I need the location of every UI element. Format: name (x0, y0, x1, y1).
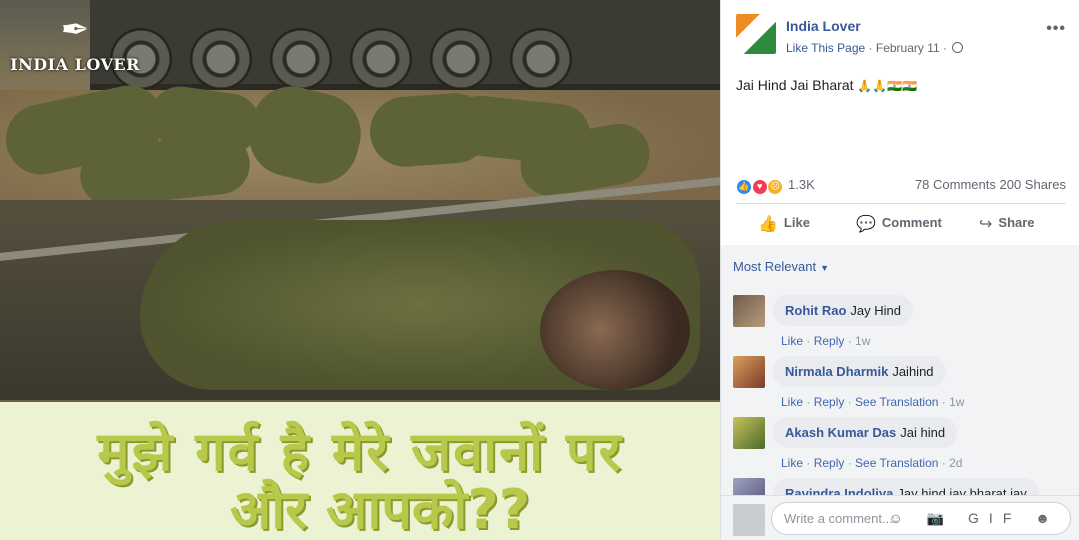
comment-icon: 💬 (856, 216, 876, 233)
see-translation-link[interactable]: See Translation (855, 395, 938, 409)
comment-author[interactable]: Rohit Rao (785, 303, 846, 318)
comment-bubble: Rohit Rao Jay Hind (773, 295, 913, 326)
commenter-avatar[interactable] (733, 356, 765, 388)
comment-composer: Write a comment... ☺ 📷 GIF ☻ (721, 495, 1079, 540)
thumbs-up-icon: 👍 (758, 216, 778, 233)
comment-actions: Like · Reply · 1w (781, 334, 871, 348)
comment-time[interactable]: 1w (855, 334, 870, 348)
love-reaction-icon: ♥ (751, 179, 768, 195)
caret-down-icon: ▼ (820, 263, 830, 273)
comment-author[interactable]: Nirmala Dharmik (785, 364, 888, 379)
comment-time[interactable]: 1w (949, 395, 964, 409)
post-photo[interactable]: ✒ INDIA LOVER मुझे गर्व है मेरे जवानों प… (0, 0, 720, 540)
comment-button-label: Comment (881, 215, 942, 230)
tank-wheel (190, 28, 252, 90)
like-page-link[interactable]: Like This Page (786, 41, 865, 55)
more-options-icon[interactable]: ••• (1046, 20, 1066, 38)
comment-reply-link[interactable]: Reply (814, 334, 845, 348)
comment-input-placeholder: Write a comment... (784, 511, 893, 526)
composer-icons[interactable]: ☺ 📷 GIF ☻ (889, 510, 1060, 527)
caption-line-2: और आपको?? (229, 478, 531, 540)
reaction-icons[interactable]: 👍 ♥ ☹ (736, 177, 784, 195)
like-reaction-icon: 👍 (736, 179, 752, 195)
post-text-body: Jai Hind Jai Bharat (736, 77, 854, 93)
comment-bubble: Akash Kumar Das Jai hind (773, 417, 958, 448)
comment-input[interactable]: Write a comment... ☺ 📷 GIF ☻ (771, 502, 1071, 535)
commenter-avatar[interactable] (733, 295, 765, 327)
like-button-label: Like (783, 215, 810, 230)
divider (736, 203, 1066, 204)
post-header: India Lover Like This Page · February 11… (736, 14, 1066, 59)
page-avatar[interactable] (736, 14, 776, 54)
comments-count[interactable]: 78 Comments (915, 177, 996, 192)
page-name-link[interactable]: India Lover (786, 18, 861, 34)
tank (90, 0, 720, 90)
post-meta: Like This Page · February 11 · (786, 41, 964, 55)
globe-icon (952, 42, 964, 53)
commenter-avatar[interactable] (733, 417, 765, 449)
comment-bubble: Nirmala Dharmik Jaihind (773, 356, 946, 387)
comment-like-link[interactable]: Like (781, 334, 803, 348)
tank-wheel (510, 28, 572, 90)
post-side-panel: India Lover Like This Page · February 11… (720, 0, 1079, 540)
comment-like-link[interactable]: Like (781, 456, 803, 470)
tank-wheel (430, 28, 492, 90)
share-button[interactable]: ↪ Share (979, 214, 1035, 234)
comment-text: Jai hind (900, 425, 946, 440)
see-translation-link[interactable]: See Translation (855, 456, 938, 470)
reaction-count[interactable]: 1.3K (788, 177, 815, 192)
sort-dropdown[interactable]: Most Relevant ▼ (733, 259, 829, 274)
comment-actions: Like · Reply · See Translation · 1w (781, 395, 965, 409)
comment-like-link[interactable]: Like (781, 395, 803, 409)
comment-reply-link[interactable]: Reply (814, 395, 845, 409)
comment-reply-link[interactable]: Reply (814, 456, 845, 470)
comment-button[interactable]: 💬 Comment (856, 214, 942, 234)
sad-reaction-icon: ☹ (767, 179, 784, 195)
comments-shares: 78 Comments 200 Shares (915, 177, 1066, 192)
share-button-label: Share (998, 215, 1035, 230)
comment-actions: Like · Reply · See Translation · 2d (781, 456, 963, 470)
feather-icon: ✒ (60, 10, 90, 50)
meta-separator-2: · (943, 41, 948, 55)
shares-count[interactable]: 200 Shares (1000, 177, 1067, 192)
sort-label: Most Relevant (733, 259, 817, 274)
comment-author[interactable]: Akash Kumar Das (785, 425, 896, 440)
tank-wheel (270, 28, 332, 90)
post-text-emoji: 🙏🙏🇮🇳🇮🇳 (857, 79, 918, 93)
current-user-avatar (733, 504, 765, 536)
tank-wheel (350, 28, 412, 90)
comment-time[interactable]: 2d (949, 456, 962, 470)
logo-text: INDIA LOVER (10, 55, 140, 74)
reactions-bar: 👍 ♥ ☹ 1.3K 78 Comments 200 Shares (736, 175, 1066, 195)
post-date[interactable]: February 11 (876, 41, 940, 55)
like-button[interactable]: 👍 Like (758, 214, 810, 234)
india-lover-logo: ✒ INDIA LOVER (10, 5, 140, 80)
comment-text: Jay Hind (850, 303, 901, 318)
meta-separator: · (868, 41, 873, 55)
comment-text: Jaihind (892, 364, 934, 379)
post-actions: 👍 Like 💬 Comment ↪ Share (736, 208, 1066, 240)
share-icon: ↪ (979, 216, 993, 233)
foreground-soldier-head (540, 270, 690, 390)
post-text: Jai Hind Jai Bharat 🙏🙏🇮🇳🇮🇳 (736, 77, 917, 93)
